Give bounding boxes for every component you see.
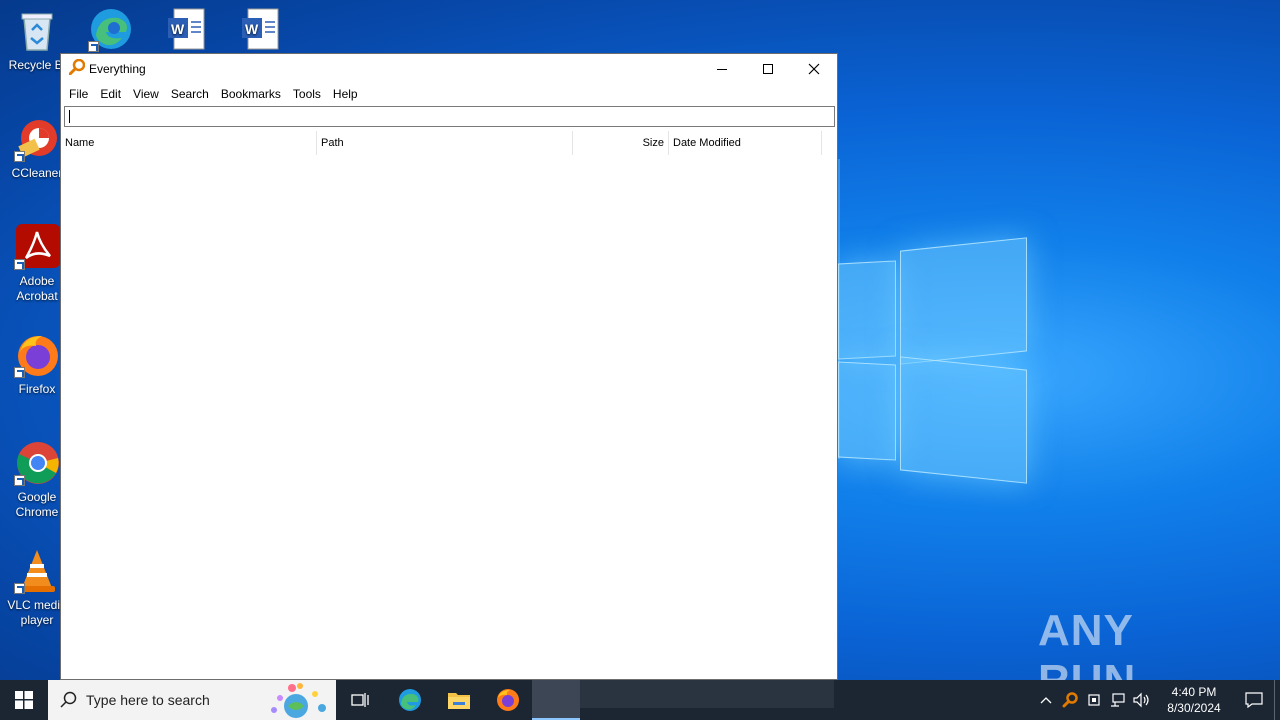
menu-search[interactable]: Search	[165, 87, 215, 101]
shortcut-arrow-icon	[14, 475, 25, 486]
wallpaper-logo-pane	[900, 237, 1027, 365]
ccleaner-icon	[14, 116, 60, 162]
svg-text:W: W	[171, 21, 185, 37]
wallpaper-logo-pane	[838, 260, 896, 360]
svg-text:W: W	[245, 21, 259, 37]
shortcut-arrow-icon	[14, 259, 25, 270]
column-header-name[interactable]: Name	[61, 131, 317, 155]
minimize-button[interactable]	[699, 54, 745, 83]
edge-icon	[88, 6, 134, 52]
menu-bar: File Edit View Search Bookmarks Tools He…	[61, 83, 837, 104]
maximize-button[interactable]	[745, 54, 791, 83]
title-bar[interactable]: Everything	[61, 54, 837, 83]
minimize-icon	[717, 68, 727, 70]
desktop-icon-edge[interactable]	[74, 6, 148, 56]
tray-volume[interactable]	[1130, 680, 1154, 720]
network-icon	[1111, 693, 1125, 707]
folder-icon	[447, 693, 470, 709]
shortcut-arrow-icon	[14, 583, 25, 594]
shortcut-arrow-icon	[88, 41, 99, 52]
desktop-icon-word-document[interactable]: W	[148, 6, 222, 56]
wallpaper-logo-pane	[900, 356, 1027, 484]
tray-network[interactable]	[1106, 680, 1130, 720]
menu-file[interactable]: File	[63, 87, 94, 101]
window-title: Everything	[89, 61, 146, 76]
menu-help[interactable]: Help	[327, 87, 364, 101]
clock-time: 4:40 PM	[1171, 685, 1217, 699]
column-header-date-modified[interactable]: Date Modified	[669, 131, 822, 155]
taskbar-edge[interactable]	[385, 680, 434, 720]
recycle-bin-icon	[14, 8, 60, 54]
shortcut-arrow-icon	[14, 367, 25, 378]
close-icon	[808, 63, 820, 74]
results-list[interactable]	[61, 155, 837, 679]
tray-everything[interactable]	[1058, 680, 1082, 720]
taskbar-search-box[interactable]: Type here to search	[48, 680, 336, 720]
start-button[interactable]	[0, 680, 48, 720]
desktop-icon-word-document[interactable]: W	[222, 6, 296, 56]
adobe-acrobat-icon	[14, 224, 60, 270]
firefox-icon	[496, 689, 519, 711]
wallpaper-logo-pane	[838, 361, 896, 461]
everything-window[interactable]: Everything File Edit View Search Bookmar…	[60, 53, 838, 680]
system-tray: 4:40 PM 8/30/2024	[1034, 680, 1280, 720]
close-button[interactable]	[791, 54, 837, 83]
edge-icon	[398, 689, 421, 711]
task-view-icon	[350, 693, 369, 707]
search-highlight-icon	[260, 680, 330, 720]
clock[interactable]: 4:40 PM 8/30/2024	[1154, 684, 1234, 716]
task-view-button[interactable]	[336, 680, 385, 720]
firefox-icon	[14, 332, 60, 378]
show-desktop-button[interactable]	[1274, 680, 1280, 720]
device-icon	[1088, 694, 1100, 706]
windows-logo-icon	[15, 691, 33, 709]
taskbar: Type here to search 4:40 PM 8/30/2024	[0, 680, 1280, 720]
search-input[interactable]	[64, 106, 835, 127]
column-header-size[interactable]: Size	[573, 131, 669, 155]
anyrun-watermark: ANY RUN	[1038, 606, 1135, 680]
results-column-headers: Name Path Size Date Modified	[61, 131, 837, 155]
menu-edit[interactable]: Edit	[94, 87, 127, 101]
clock-date: 8/30/2024	[1167, 701, 1221, 715]
word-document-icon: W	[162, 6, 208, 52]
column-header-path[interactable]: Path	[317, 131, 573, 155]
tray-app[interactable]	[1082, 680, 1106, 720]
vlc-icon	[14, 548, 60, 594]
word-document-icon: W	[236, 6, 282, 52]
volume-icon	[1133, 692, 1149, 708]
search-icon	[60, 691, 77, 708]
maximize-icon	[763, 63, 773, 74]
menu-bookmarks[interactable]: Bookmarks	[215, 87, 287, 101]
show-hidden-icons-button[interactable]	[1034, 680, 1058, 720]
action-center-button[interactable]	[1234, 680, 1274, 720]
google-chrome-icon	[14, 440, 60, 486]
menu-view[interactable]: View	[127, 87, 165, 101]
taskbar-file-explorer[interactable]	[434, 680, 483, 720]
everything-app-icon	[68, 58, 86, 78]
chevron-up-icon	[1040, 697, 1052, 704]
taskbar-everything-preview	[580, 680, 834, 708]
taskbar-search-placeholder: Type here to search	[86, 692, 210, 708]
shortcut-arrow-icon	[14, 151, 25, 162]
taskbar-firefox[interactable]	[483, 680, 532, 720]
everything-tray-icon	[1062, 692, 1078, 708]
menu-tools[interactable]: Tools	[287, 87, 327, 101]
text-caret	[69, 110, 70, 123]
notification-icon	[1245, 692, 1263, 708]
taskbar-everything[interactable]	[532, 680, 580, 720]
